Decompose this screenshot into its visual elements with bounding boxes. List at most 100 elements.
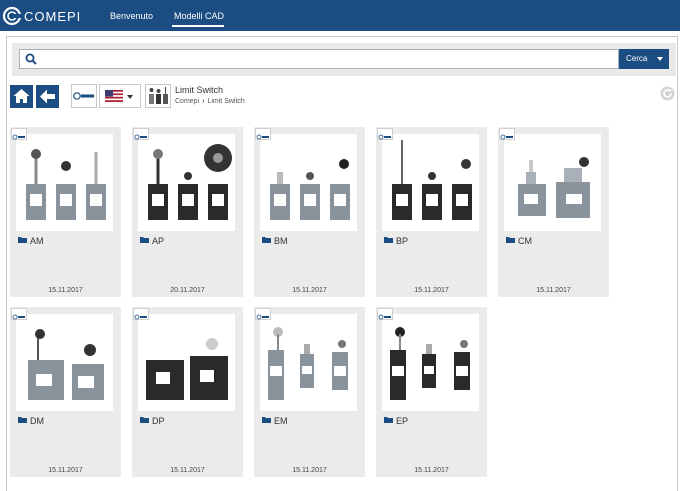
switch-roller bbox=[338, 340, 346, 348]
product-image bbox=[26, 149, 106, 220]
search-icon bbox=[25, 53, 37, 65]
breadcrumb-item-limit-switch[interactable]: Limit Switch bbox=[207, 98, 244, 105]
search-button[interactable]: Cerca bbox=[619, 49, 669, 69]
model-date: 15.11.2017 bbox=[292, 467, 327, 474]
model-card[interactable]: CM 15.11.2017 bbox=[498, 127, 609, 297]
model-thumbnail[interactable] bbox=[504, 134, 601, 231]
product-image bbox=[146, 338, 228, 400]
nav-modelli-cad[interactable]: Modelli CAD bbox=[174, 11, 224, 21]
switch-roller bbox=[184, 172, 192, 180]
limit-switch-icon bbox=[149, 87, 168, 104]
back-button[interactable] bbox=[36, 85, 59, 108]
model-card[interactable]: EM 15.11.2017 bbox=[254, 307, 365, 477]
brand-selector[interactable] bbox=[71, 84, 97, 108]
switch-label bbox=[90, 194, 102, 206]
model-card[interactable]: DP 15.11.2017 bbox=[132, 307, 243, 477]
model-thumbnail[interactable] bbox=[260, 314, 357, 411]
breadcrumb-separator-icon: › bbox=[202, 98, 205, 105]
product-image bbox=[148, 144, 232, 220]
comepi-logo[interactable]: COMEPI bbox=[2, 5, 100, 27]
page-title: Limit Switch bbox=[175, 85, 224, 95]
active-nav-indicator bbox=[172, 25, 224, 27]
switch-roller bbox=[461, 159, 471, 169]
model-thumbnail[interactable] bbox=[16, 314, 113, 411]
switch-roller-hub bbox=[213, 153, 223, 163]
top-navigation-bar: COMEPI Benvenuto Modelli CAD bbox=[0, 0, 680, 31]
folder-icon bbox=[506, 237, 515, 243]
language-selector[interactable] bbox=[99, 84, 141, 108]
model-thumbnail[interactable] bbox=[382, 314, 479, 411]
switch-label bbox=[396, 194, 408, 206]
comepi-brand-icon bbox=[73, 92, 94, 100]
switch-head bbox=[564, 168, 582, 182]
model-thumbnail[interactable] bbox=[16, 134, 113, 231]
switch-roller bbox=[579, 157, 589, 167]
switch-label bbox=[152, 194, 164, 206]
switch-label bbox=[456, 366, 468, 376]
model-name[interactable]: DP bbox=[152, 416, 165, 426]
model-thumbnail[interactable] bbox=[138, 134, 235, 231]
folder-icon bbox=[140, 417, 149, 423]
model-name[interactable]: BP bbox=[396, 236, 408, 246]
switch-label bbox=[270, 366, 282, 376]
category-thumbnail bbox=[145, 84, 171, 108]
model-name[interactable]: AM bbox=[30, 236, 44, 246]
model-thumbnail[interactable] bbox=[260, 134, 357, 231]
brand-logo-icon bbox=[11, 128, 27, 140]
switch-roller bbox=[61, 161, 71, 171]
switch-label bbox=[334, 194, 346, 206]
brand-logo-icon bbox=[377, 128, 393, 140]
switch-plunger bbox=[426, 344, 432, 354]
home-icon bbox=[13, 89, 30, 103]
model-card[interactable]: BP 15.11.2017 bbox=[376, 127, 487, 297]
model-date: 15.11.2017 bbox=[48, 287, 83, 294]
product-image bbox=[390, 327, 470, 400]
model-name[interactable]: EM bbox=[274, 416, 288, 426]
switch-label bbox=[78, 376, 94, 388]
nav-benvenuto[interactable]: Benvenuto bbox=[110, 11, 153, 21]
switch-roller bbox=[84, 344, 96, 356]
product-image bbox=[28, 329, 104, 400]
switch-label bbox=[524, 194, 538, 204]
brand-logo-icon bbox=[133, 308, 149, 320]
refresh-icon[interactable] bbox=[660, 86, 675, 101]
model-name[interactable]: EP bbox=[396, 416, 408, 426]
model-date: 15.11.2017 bbox=[292, 287, 327, 294]
switch-roller bbox=[306, 172, 314, 180]
folder-icon bbox=[140, 237, 149, 243]
model-name[interactable]: DM bbox=[30, 416, 44, 426]
search-input[interactable] bbox=[19, 49, 619, 69]
switch-label bbox=[30, 194, 42, 206]
model-thumbnail[interactable] bbox=[138, 314, 235, 411]
model-card[interactable]: BM 15.11.2017 bbox=[254, 127, 365, 297]
chevron-down-icon[interactable] bbox=[657, 57, 663, 61]
model-date: 15.11.2017 bbox=[414, 287, 449, 294]
switch-label bbox=[60, 194, 72, 206]
breadcrumb-item-comepi[interactable]: Comepi bbox=[175, 98, 199, 105]
brand-logo-icon bbox=[255, 308, 271, 320]
model-card[interactable]: DM 15.11.2017 bbox=[10, 307, 121, 477]
switch-roller bbox=[31, 149, 41, 159]
chevron-down-icon bbox=[127, 95, 133, 99]
model-date: 15.11.2017 bbox=[170, 467, 205, 474]
model-thumbnail[interactable] bbox=[382, 134, 479, 231]
model-card[interactable]: AM 15.11.2017 bbox=[10, 127, 121, 297]
switch-label bbox=[302, 366, 312, 374]
home-button[interactable] bbox=[10, 85, 33, 108]
model-date: 15.11.2017 bbox=[536, 287, 571, 294]
breadcrumb: Comepi › Limit Switch bbox=[175, 98, 245, 105]
arrow-left-icon bbox=[40, 89, 55, 104]
product-image bbox=[392, 140, 472, 220]
folder-icon bbox=[18, 237, 27, 243]
model-name[interactable]: AP bbox=[152, 236, 164, 246]
switch-roller bbox=[35, 329, 45, 339]
model-name[interactable]: BM bbox=[274, 236, 288, 246]
switch-label bbox=[566, 194, 582, 204]
brand-logo-icon bbox=[255, 128, 271, 140]
model-card[interactable]: AP 20.11.2017 bbox=[132, 127, 243, 297]
switch-head bbox=[526, 172, 536, 184]
model-card[interactable]: EP 15.11.2017 bbox=[376, 307, 487, 477]
brand-logo-icon bbox=[11, 308, 27, 320]
model-name[interactable]: CM bbox=[518, 236, 532, 246]
logo-text: COMEPI bbox=[24, 9, 81, 24]
